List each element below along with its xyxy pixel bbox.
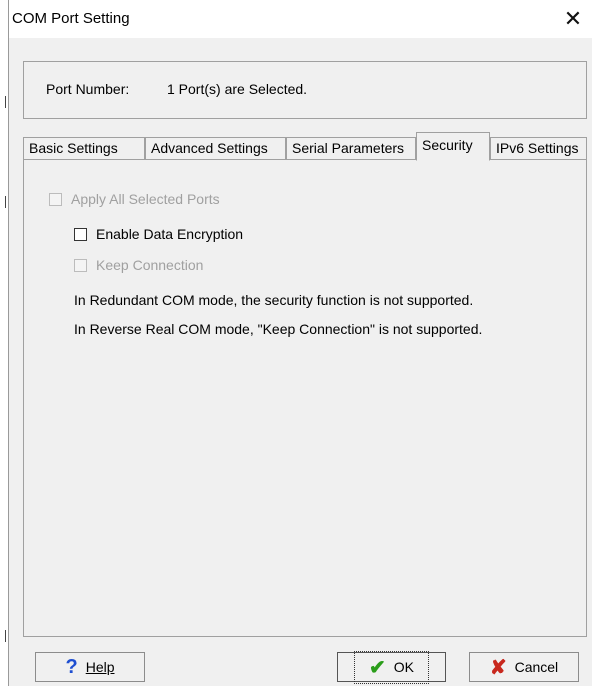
tab-advanced-settings[interactable]: Advanced Settings (145, 137, 286, 159)
tab-strip: Basic Settings Advanced Settings Serial … (23, 132, 587, 161)
enable-encryption-label: Enable Data Encryption (96, 226, 244, 242)
port-number-value: 1 Port(s) are Selected. (167, 81, 308, 97)
x-icon: ✘ (489, 656, 507, 679)
help-button[interactable]: ? Help (35, 652, 145, 682)
question-icon: ? (65, 655, 78, 678)
checkbox-box (74, 227, 87, 241)
cancel-button[interactable]: ✘ Cancel (469, 652, 579, 682)
help-label: Help (85, 659, 115, 675)
close-icon[interactable]: ✕ (558, 4, 588, 34)
reverse-mode-note: In Reverse Real COM mode, "Keep Connecti… (74, 321, 483, 337)
tab-security[interactable]: Security (416, 132, 490, 161)
checkmark-icon: ✔ (369, 656, 386, 679)
background-window-edge (0, 0, 8, 686)
keep-connection-checkbox[interactable]: Keep Connection (74, 257, 203, 273)
ok-focus-ring: ✔ OK (354, 650, 429, 684)
security-tab-panel: Apply All Selected Ports Enable Data Enc… (23, 159, 587, 637)
window-title: COM Port Setting (12, 10, 130, 27)
enable-encryption-checkbox[interactable]: Enable Data Encryption (74, 226, 243, 242)
cancel-label: Cancel (514, 659, 559, 675)
keep-connection-label: Keep Connection (96, 257, 204, 273)
checkbox-box (49, 192, 62, 206)
port-number-group: Port Number: 1 Port(s) are Selected. (23, 61, 587, 119)
port-number-label: Port Number: (46, 81, 130, 97)
ok-label: OK (393, 659, 414, 675)
redundant-mode-note: In Redundant COM mode, the security func… (74, 292, 474, 308)
tab-serial-parameters[interactable]: Serial Parameters (286, 137, 416, 159)
com-port-setting-dialog: COM Port Setting ✕ Port Number: 1 Port(s… (8, 0, 592, 686)
ok-button[interactable]: ✔ OK (337, 650, 446, 684)
apply-all-checkbox[interactable]: Apply All Selected Ports (49, 191, 220, 207)
title-bar: COM Port Setting ✕ (9, 0, 592, 38)
apply-all-label: Apply All Selected Ports (71, 191, 220, 207)
tab-ipv6-settings[interactable]: IPv6 Settings (490, 137, 587, 159)
checkbox-box (74, 258, 87, 272)
tab-basic-settings[interactable]: Basic Settings (23, 137, 145, 159)
